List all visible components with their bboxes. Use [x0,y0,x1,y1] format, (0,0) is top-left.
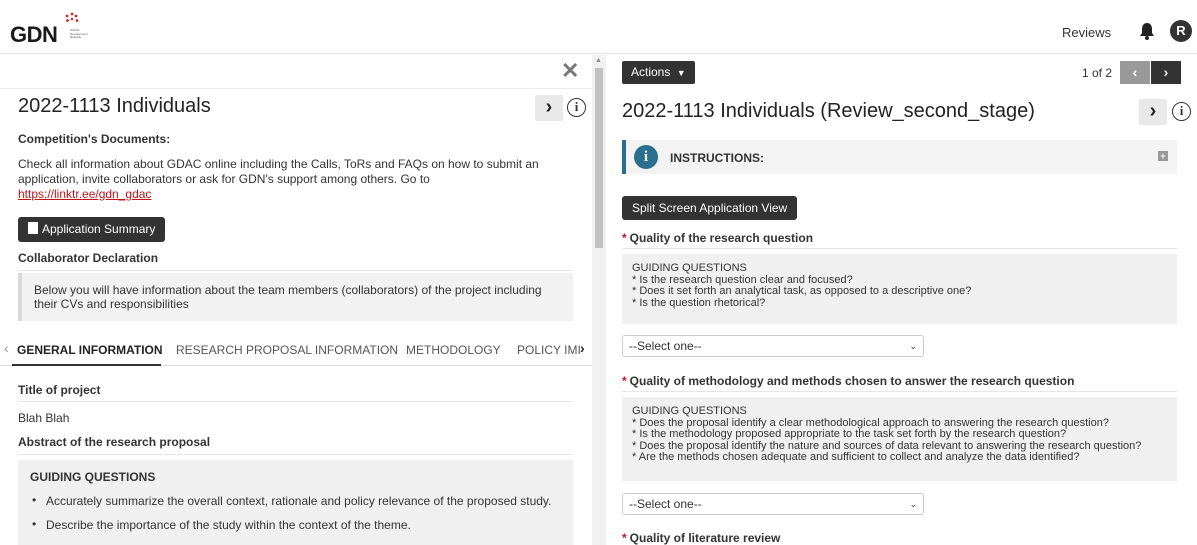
actions-dropdown-button[interactable]: Actions ▼ [622,61,695,84]
tab-general-information[interactable]: GENERAL INFORMATION [17,343,163,357]
chevron-right-icon[interactable]: › [580,340,585,356]
previous-page-button[interactable]: ‹ [1120,61,1150,84]
tab-research-proposal-information[interactable]: RESEARCH PROPOSAL INFORMATION [176,343,398,357]
question-label: * Quality of methodology and methods chos… [622,374,1074,388]
application-summary-label: Application Summary [42,222,156,236]
project-title-value: Blah Blah [18,411,70,425]
tab-policy-impact[interactable]: POLICY IMI [517,343,581,357]
tab-bar: ‹ GENERAL INFORMATION RESEARCH PROPOSAL … [0,334,592,366]
expand-plus-icon[interactable]: + [1158,151,1168,161]
document-icon [28,222,38,234]
right-page-title: 2022-1113 Individuals (Review_second_sta… [622,100,1035,122]
caret-down-icon: ▼ [676,68,686,78]
logo-star-icon [65,12,79,22]
required-marker: * [622,374,627,388]
guiding-line: * Is the question rhetorical? [632,296,766,309]
actions-label: Actions [631,65,671,79]
guiding-line: GUIDING QUESTIONS [632,405,747,417]
question-text: Quality of the research question [629,231,814,245]
guiding-questions-header: GUIDING QUESTIONS [30,470,156,484]
top-bar: GDN Global Development Network Reviews R [0,0,1197,54]
page-count: 1 of 2 [1082,66,1113,80]
question-text: Quality of methodology and methods chose… [629,374,1075,388]
question-text: Quality of literature review [629,531,781,545]
competition-docs-text: Check all information about GDAC online … [18,157,563,202]
competition-docs-body: Check all information about GDAC online … [18,157,539,186]
chevron-left-icon: ‹ [1132,64,1138,80]
chevron-left-icon[interactable]: ‹ [4,340,9,356]
chevron-right-icon: › [1149,100,1157,122]
info-icon[interactable]: i [567,98,586,117]
chevron-down-icon: ⌄ [909,499,917,509]
instructions-panel[interactable]: i INSTRUCTIONS: + [622,140,1177,174]
linktree-link[interactable]: https://linktr.ee/gdn_gdac [18,187,151,201]
split-screen-button[interactable]: Split Screen Application View [622,196,798,220]
expand-button[interactable]: › [1139,99,1167,125]
divider [18,454,573,455]
required-marker: * [622,231,627,245]
tab-methodology[interactable]: METHODOLOGY [406,343,501,357]
guiding-questions-box: GUIDING QUESTIONS * Does the proposal id… [622,397,1177,481]
divider [622,248,1177,249]
rating-select[interactable]: --Select one-- ⌄ [622,493,924,515]
guiding-line: * Does it set forth an analytical task, … [632,285,972,297]
application-summary-button[interactable]: Application Summary [18,217,166,242]
scrollbar-thumb[interactable] [595,68,603,248]
scroll-up-icon[interactable]: ▲ [595,57,602,64]
select-value: --Select one-- [629,497,702,511]
select-value: --Select one-- [629,339,702,353]
guiding-bullet: Accurately summarize the overall context… [30,493,561,508]
logo-text: GDN [10,22,58,47]
guiding-questions-box: GUIDING QUESTIONS Accurately summarize t… [18,460,573,545]
left-page-title: 2022-1113 Individuals [18,95,211,117]
question-label: * Quality of literature review [622,531,780,545]
divider [0,88,592,89]
instructions-label: INSTRUCTIONS: [670,151,764,165]
chevron-right-icon: › [1163,64,1169,80]
user-avatar[interactable]: R [1170,20,1192,42]
divider [18,401,573,402]
gdn-logo[interactable]: GDN Global Development Network [10,12,100,47]
next-page-button[interactable]: › [1151,61,1181,84]
active-tab-indicator [12,364,161,366]
project-title-label: Title of project [18,383,101,397]
rating-select[interactable]: --Select one-- ⌄ [622,335,924,357]
divider [18,270,573,271]
chevron-right-icon: › [545,96,553,118]
guiding-line: * Are the methods chosen adequate and su… [632,451,1080,463]
chevron-down-icon: ⌄ [909,341,917,351]
required-marker: * [622,531,627,545]
left-scrollbar[interactable]: ▲ [592,55,606,545]
info-icon[interactable]: i [1172,102,1191,121]
guiding-line: GUIDING QUESTIONS [632,262,747,274]
guiding-line: * Is the methodology proposed appropriat… [632,428,1067,440]
logo-tagline: Global Development Network [70,28,88,39]
abstract-label: Abstract of the research proposal [18,435,211,449]
info-circle-icon: i [634,145,658,169]
collaborator-callout: Below you will have information about th… [18,273,573,321]
right-pane: Actions ▼ 1 of 2 ‹ › 2022-1113 Individua… [606,55,1197,545]
question-label: * Quality of the research question [622,231,813,245]
divider [622,391,1177,392]
collaborator-label: Collaborator Declaration [18,251,159,265]
expand-button[interactable]: › [535,95,563,121]
left-pane: ✕ 2022-1113 Individuals › i Competition'… [0,55,592,545]
guiding-questions-box: GUIDING QUESTIONS * Is the research ques… [622,254,1177,324]
guiding-bullet: Describe the importance of the study wit… [30,517,561,532]
close-icon[interactable]: ✕ [561,58,579,84]
bell-icon[interactable] [1139,22,1155,40]
reviews-link[interactable]: Reviews [1062,25,1111,40]
competition-docs-label: Competition's Documents: [18,132,171,146]
